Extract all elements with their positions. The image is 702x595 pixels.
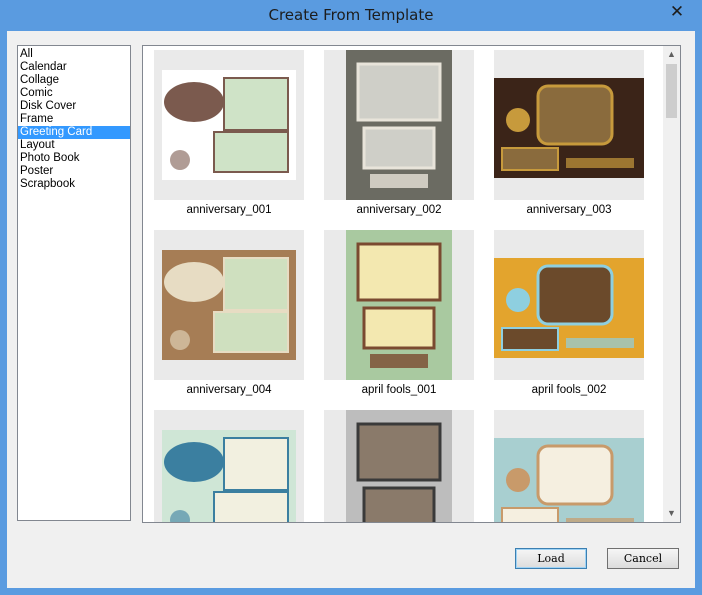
dialog-title: Create From Template (268, 6, 434, 24)
template-gallery[interactable]: anniversary_001 anniversary_002 annivers… (142, 45, 681, 523)
vertical-scrollbar[interactable]: ▲ ▼ (663, 46, 680, 522)
template-tile[interactable]: april fools_002 (494, 230, 644, 398)
scroll-up-icon[interactable]: ▲ (663, 46, 680, 63)
category-item[interactable]: Photo Book (18, 152, 130, 165)
category-item[interactable]: Layout (18, 139, 130, 152)
category-item[interactable]: Greeting Card (18, 126, 130, 139)
template-thumbnail (154, 410, 304, 522)
template-thumbnail (324, 410, 474, 522)
template-tile[interactable] (494, 410, 644, 522)
template-tile[interactable] (324, 410, 474, 522)
category-item[interactable]: Calendar (18, 61, 130, 74)
template-tile[interactable] (154, 410, 304, 522)
category-item[interactable]: Comic (18, 87, 130, 100)
category-item[interactable]: Collage (18, 74, 130, 87)
template-thumbnail (494, 410, 644, 522)
close-button[interactable]: ✕ (660, 1, 694, 22)
template-tile[interactable]: anniversary_001 (154, 50, 304, 218)
create-from-template-dialog: Create From Template ✕ All Calendar Collag… (0, 0, 702, 595)
dialog-body: All Calendar Collage Comic Disk Cover Frame Gr… (7, 31, 695, 588)
template-name: anniversary_002 (356, 204, 442, 216)
template-name: anniversary_001 (186, 204, 272, 216)
template-name: april fools_002 (531, 384, 607, 396)
category-item[interactable]: Scrapbook (18, 178, 130, 191)
template-name: anniversary_003 (526, 204, 612, 216)
close-icon: ✕ (669, 2, 685, 21)
category-item[interactable]: Poster (18, 165, 130, 178)
load-button[interactable]: Load (515, 548, 587, 569)
category-item[interactable]: Disk Cover (18, 100, 130, 113)
template-thumbnail (494, 50, 644, 200)
template-thumbnail (154, 230, 304, 380)
scrollbar-thumb[interactable] (666, 64, 677, 118)
scroll-down-icon[interactable]: ▼ (663, 505, 680, 522)
category-item[interactable]: All (18, 48, 130, 61)
title-bar[interactable]: Create From Template ✕ (0, 0, 702, 31)
cancel-button[interactable]: Cancel (607, 548, 679, 569)
template-tile[interactable]: april fools_001 (324, 230, 474, 398)
template-thumbnail (324, 230, 474, 380)
category-list[interactable]: All Calendar Collage Comic Disk Cover Frame Gr… (17, 45, 131, 521)
template-tile[interactable]: anniversary_003 (494, 50, 644, 218)
template-name: april fools_001 (361, 384, 437, 396)
template-tile[interactable]: anniversary_002 (324, 50, 474, 218)
template-tile[interactable]: anniversary_004 (154, 230, 304, 398)
template-thumbnail (324, 50, 474, 200)
template-thumbnail (154, 50, 304, 200)
template-thumbnail (494, 230, 644, 380)
category-item[interactable]: Frame (18, 113, 130, 126)
template-name: anniversary_004 (186, 384, 272, 396)
